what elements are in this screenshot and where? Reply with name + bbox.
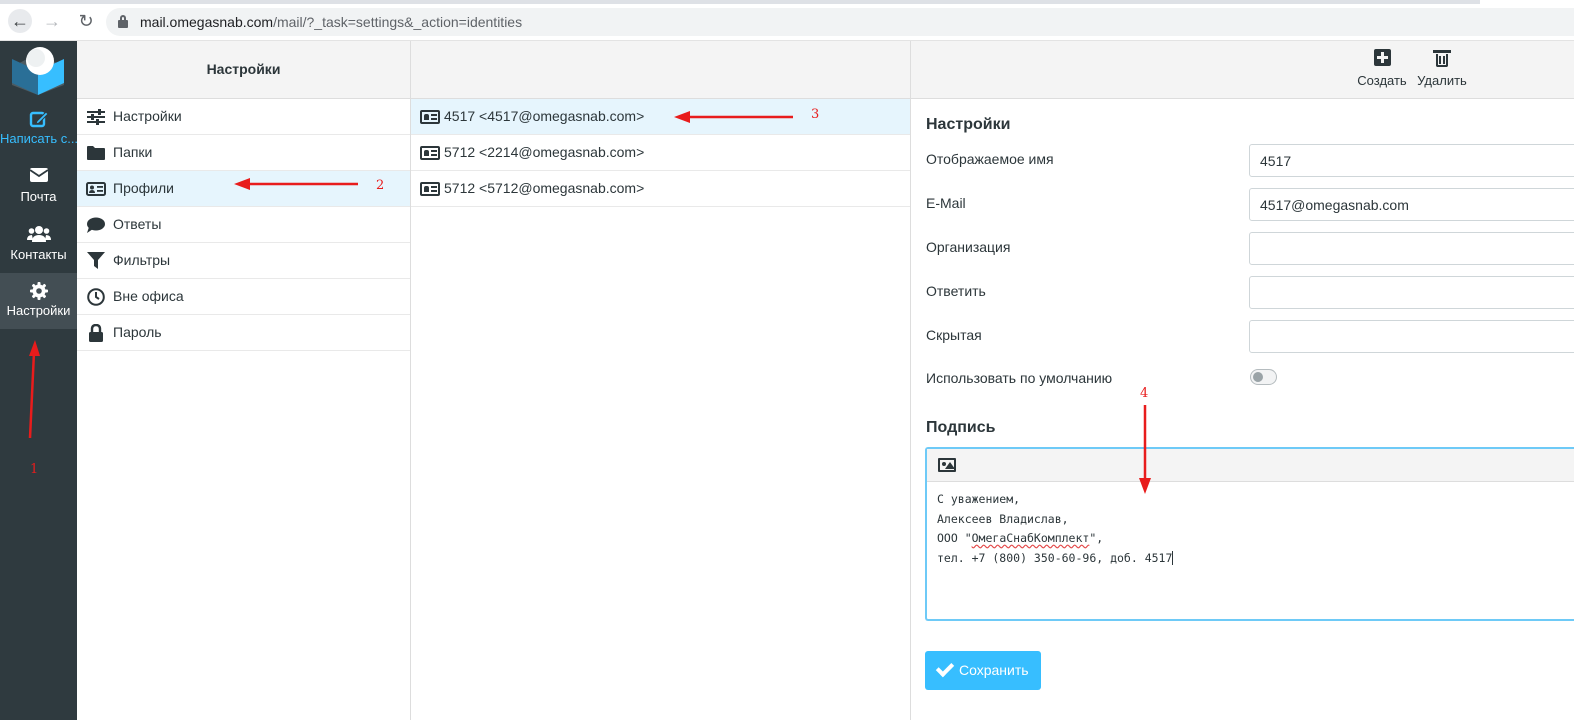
identity-label: 5712 <5712@omegasnab.com> <box>444 180 645 196</box>
settings-item-label: Ответы <box>113 216 162 232</box>
settings-item-vacation[interactable]: Вне офиса <box>77 279 410 315</box>
trash-icon <box>1415 49 1469 69</box>
misspelled-word: ОмегаСнабКомплект <box>971 531 1090 545</box>
id-card-icon <box>420 110 440 124</box>
create-button-label: Создать <box>1357 73 1407 88</box>
lock-icon <box>86 315 106 355</box>
annotation-number-1: 1 <box>30 462 39 477</box>
plus-square-icon <box>1355 49 1409 69</box>
organization-input[interactable] <box>1249 232 1574 265</box>
settings-item-label: Пароль <box>113 324 162 340</box>
signature-line: С уважением, <box>937 492 1021 506</box>
annotation-number-4: 4 <box>1140 386 1149 401</box>
identities-list-panel: 4517 <4517@omegasnab.com> 5712 <2214@ome… <box>411 41 911 720</box>
id-card-icon <box>420 182 440 196</box>
text-caret <box>1172 551 1174 565</box>
settings-item-label: Папки <box>113 144 153 160</box>
filter-icon <box>86 243 106 283</box>
signature-section-title: Подпись <box>926 419 996 436</box>
url-host: mail.omegasnab.com <box>140 14 274 30</box>
sidebar-item-label: Настройки <box>6 303 71 318</box>
signature-line-part: ", <box>1089 531 1104 545</box>
delete-button-label: Удалить <box>1417 73 1467 88</box>
default-identity-toggle[interactable] <box>1250 369 1277 385</box>
delete-button[interactable]: Удалить <box>1415 49 1469 88</box>
reply-to-label: Ответить <box>926 283 986 299</box>
sidebar-item-contacts[interactable]: Контакты <box>0 217 77 273</box>
address-bar[interactable]: mail.omegasnab.com/mail/?_task=settings&… <box>106 8 1574 36</box>
annotation-number-2: 2 <box>376 178 385 193</box>
display-name-input[interactable] <box>1249 144 1574 177</box>
id-card-icon <box>86 171 106 209</box>
identity-row[interactable]: 5712 <2214@omegasnab.com> <box>411 135 910 171</box>
default-identity-label: Использовать по умолчанию <box>926 370 1113 386</box>
users-icon <box>0 225 77 245</box>
identity-row[interactable]: 5712 <5712@omegasnab.com> <box>411 171 910 207</box>
sliders-icon <box>86 99 106 138</box>
save-button[interactable]: Сохранить <box>925 651 1041 690</box>
settings-item-label: Фильтры <box>113 252 171 268</box>
identity-label: 4517 <4517@omegasnab.com> <box>444 108 645 124</box>
settings-item-password[interactable]: Пароль <box>77 315 410 351</box>
sidebar-item-label: Почта <box>20 189 57 204</box>
url-text: mail.omegasnab.com/mail/?_task=settings&… <box>140 14 522 30</box>
email-label: E-Mail <box>926 195 966 211</box>
browser-bar: ← → ↻ mail.omegasnab.com/mail/?_task=set… <box>0 0 1574 41</box>
url-path: /mail/?_task=settings&_action=identities <box>273 14 523 30</box>
bcc-label: Скрытая <box>926 327 982 343</box>
email-input[interactable] <box>1249 188 1574 221</box>
identity-row[interactable]: 4517 <4517@omegasnab.com> <box>411 99 910 135</box>
sidebar-item-label: Написать с... <box>0 131 77 146</box>
settings-item-label: Настройки <box>113 108 182 124</box>
detail-toolbar: Создать Удалить <box>911 41 1574 99</box>
settings-item-responses[interactable]: Ответы <box>77 207 410 243</box>
reply-to-input[interactable] <box>1249 276 1574 309</box>
settings-sections-panel: Настройки Настройки Папки Профили Ответы… <box>77 41 411 720</box>
compose-icon <box>0 109 77 129</box>
settings-item-preferences[interactable]: Настройки <box>77 99 410 135</box>
envelope-icon <box>0 167 77 187</box>
checkmark-icon <box>935 658 955 678</box>
identity-label: 5712 <2214@omegasnab.com> <box>444 144 645 160</box>
sidebar-item-settings[interactable]: Настройки <box>0 273 77 329</box>
bcc-input[interactable] <box>1249 320 1574 353</box>
comment-icon <box>86 207 106 246</box>
insert-image-icon[interactable] <box>938 458 956 472</box>
identities-panel-header <box>411 41 910 99</box>
organization-label: Организация <box>926 239 1011 255</box>
identity-detail-panel: Создать Удалить Настройки Отображаемое и… <box>911 41 1574 720</box>
settings-item-label: Вне офиса <box>113 288 184 304</box>
roundcube-logo-icon <box>12 47 64 95</box>
id-card-icon <box>420 146 440 160</box>
signature-line: Алексеев Владислав, <box>937 511 1069 526</box>
settings-item-folders[interactable]: Папки <box>77 135 410 171</box>
save-button-label: Сохранить <box>959 662 1029 678</box>
settings-item-label: Профили <box>113 180 174 196</box>
clock-icon <box>86 279 106 319</box>
sidebar-item-mail[interactable]: Почта <box>0 159 77 215</box>
sidebar-item-label: Контакты <box>10 247 67 262</box>
toggle-knob <box>1253 372 1263 382</box>
app-sidebar: Написать с... Почта Контакты Настройки <box>0 41 77 720</box>
signature-text[interactable]: С уважением, Алексеев Владислав, ООО "Ом… <box>937 490 1174 568</box>
display-name-label: Отображаемое имя <box>926 151 1054 167</box>
editor-toolbar <box>927 449 1574 482</box>
create-button[interactable]: Создать <box>1355 49 1409 88</box>
settings-panel-title: Настройки <box>77 41 410 99</box>
sidebar-item-compose[interactable]: Написать с... <box>0 101 77 157</box>
forward-arrow-icon[interactable]: → <box>40 9 64 33</box>
settings-item-filters[interactable]: Фильтры <box>77 243 410 279</box>
folder-icon <box>86 135 106 173</box>
signature-line: тел. +7 (800) 350-60-96, доб. 4517 <box>937 550 1173 565</box>
lock-icon <box>118 15 128 28</box>
signature-line-part: ООО " <box>937 531 972 545</box>
settings-item-identities[interactable]: Профили <box>77 171 410 207</box>
annotation-number-3: 3 <box>811 107 820 122</box>
tab-strip <box>0 0 1480 4</box>
back-arrow-icon[interactable]: ← <box>8 9 32 33</box>
reload-icon[interactable]: ↻ <box>74 9 98 33</box>
gear-icon <box>0 281 77 301</box>
settings-section-title: Настройки <box>926 116 1011 133</box>
signature-editor[interactable]: С уважением, Алексеев Владислав, ООО "Ом… <box>925 447 1574 621</box>
